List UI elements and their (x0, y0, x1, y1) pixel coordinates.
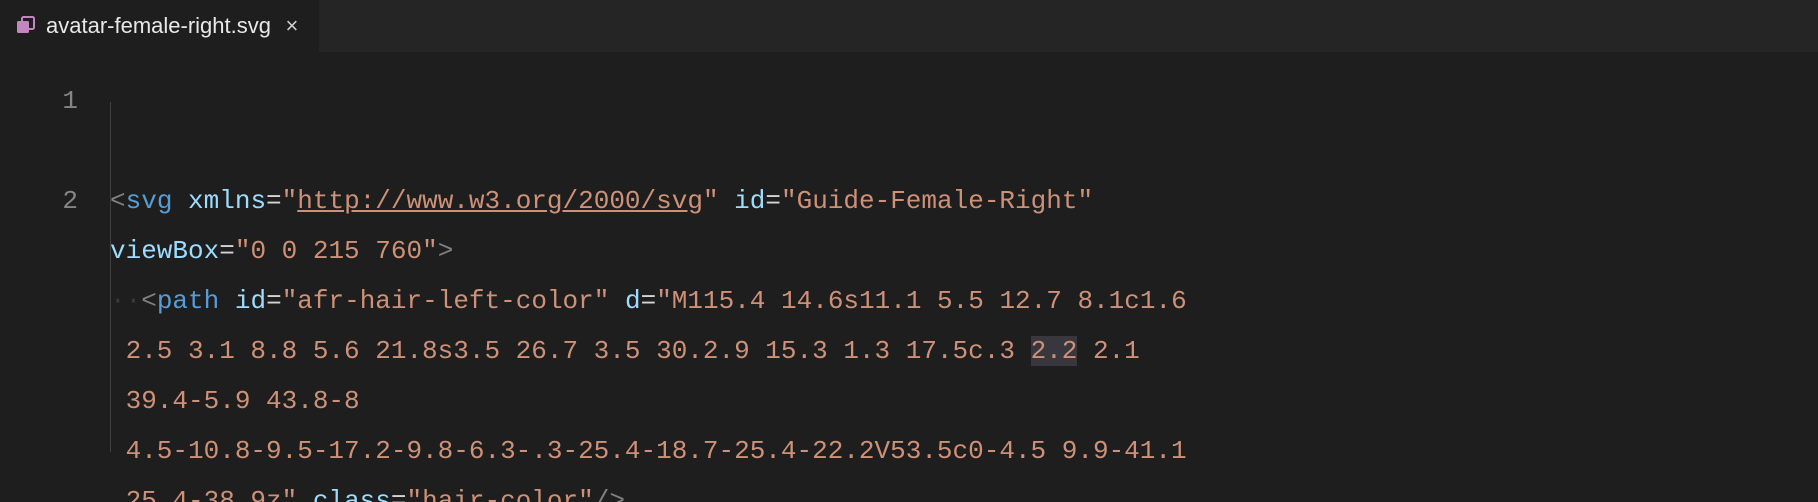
code-line: 2.5 3.1 8.8 5.6 21.8s3.5 26.7 3.5 30.2.9… (110, 326, 1818, 376)
whitespace-dots: ·· (110, 286, 141, 316)
svg-file-icon (14, 15, 36, 37)
code-line: 4.5-10.8-9.5-17.2-9.8-6.3-.3-25.4-18.7-2… (110, 426, 1818, 476)
code-line: ··<path id="afr-hair-left-color" d="M115… (110, 276, 1818, 326)
highlighted-text: 2.2 (1031, 336, 1078, 366)
code-line: 39.4-5.9 43.8-8 (110, 376, 1818, 426)
code-line: <svg xmlns="http://www.w3.org/2000/svg" … (110, 176, 1818, 226)
line-number-gutter: 1 2 (0, 52, 110, 502)
line-number: 2 (0, 176, 78, 226)
tab-bar: avatar-female-right.svg × (0, 0, 1818, 52)
code-content[interactable]: <svg xmlns="http://www.w3.org/2000/svg" … (110, 52, 1818, 502)
close-icon[interactable]: × (281, 13, 303, 39)
code-line: viewBox="0 0 215 760"> (110, 226, 1818, 276)
code-editor[interactable]: 1 2 <svg xmlns="http://www.w3.org/2000/s… (0, 52, 1818, 502)
tab-filename: avatar-female-right.svg (46, 13, 271, 39)
code-line: 25.4-38.9z" class="hair-color"/> (110, 476, 1818, 502)
indent-guide (110, 102, 111, 452)
xmlns-url-link[interactable]: http://www.w3.org/2000/svg (297, 186, 703, 216)
line-number: 1 (0, 76, 78, 126)
editor-tab-active[interactable]: avatar-female-right.svg × (0, 0, 320, 52)
